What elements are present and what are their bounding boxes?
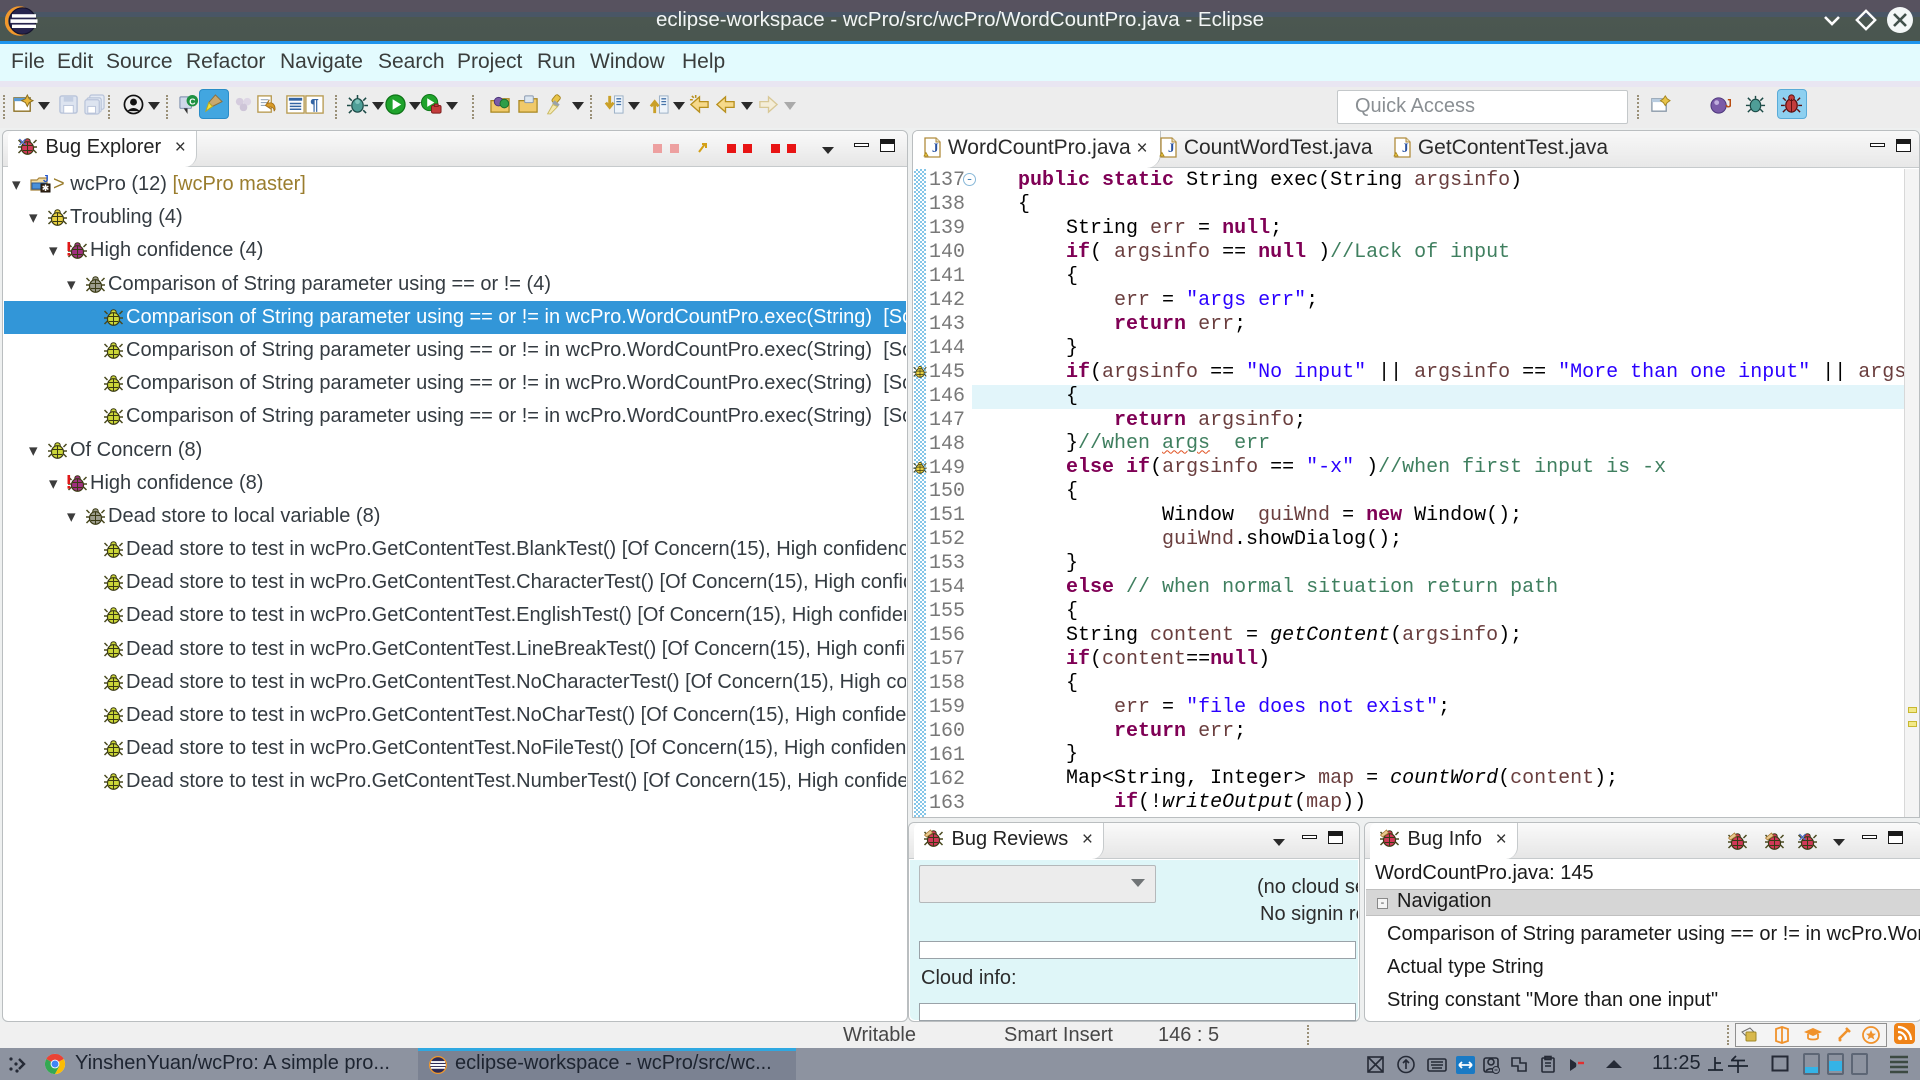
svg-text:J: J [1402,140,1409,155]
svg-text:J: J [1168,140,1175,155]
svg-text:✱: ✱ [42,183,50,193]
svg-text:J: J [1725,96,1731,110]
svg-text:¶: ¶ [310,97,319,114]
svg-text:J: J [932,140,939,155]
svg-text:C: C [189,97,195,107]
